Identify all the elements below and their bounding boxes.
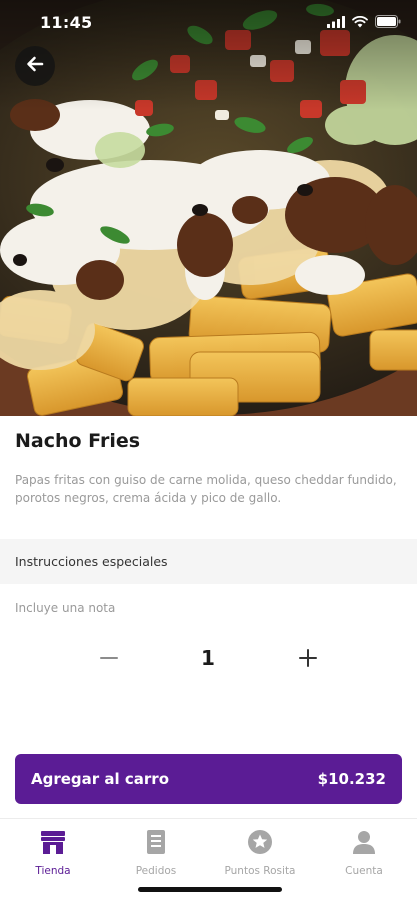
wifi-icon (352, 13, 368, 32)
product-description: Papas fritas con guiso de carne molida, … (15, 473, 397, 505)
note-input[interactable] (15, 597, 405, 619)
battery-icon (375, 13, 401, 32)
plus-icon (298, 648, 318, 672)
add-to-cart-button[interactable]: Agregar al carro $10.232 (15, 754, 402, 804)
special-instructions-header: Instrucciones especiales (0, 539, 417, 584)
tab-puntos-rosita[interactable]: Puntos Rosita (218, 829, 302, 877)
back-button[interactable] (15, 46, 55, 86)
tab-tienda-label: Tienda (35, 865, 71, 877)
receipt-icon (145, 829, 167, 859)
product-title: Nacho Fries (15, 430, 141, 452)
quantity-value: 1 (201, 646, 215, 670)
store-icon (39, 829, 67, 859)
user-icon (351, 829, 377, 859)
home-indicator (138, 887, 282, 892)
tab-pedidos[interactable]: Pedidos (114, 829, 198, 877)
tab-tienda[interactable]: Tienda (11, 829, 95, 877)
quantity-stepper: 1 (0, 640, 417, 680)
minus-icon (99, 648, 119, 672)
add-to-cart-price: $10.232 (317, 770, 386, 788)
star-badge-icon (247, 829, 273, 859)
tab-pedidos-label: Pedidos (135, 865, 177, 877)
decrease-quantity-button[interactable] (89, 640, 129, 680)
tab-cuenta[interactable]: Cuenta (322, 829, 406, 877)
status-time: 11:45 (40, 13, 93, 32)
product-photo (0, 0, 417, 416)
arrow-left-icon (25, 54, 45, 78)
tab-puntos-rosita-label: Puntos Rosita (224, 865, 296, 877)
increase-quantity-button[interactable] (288, 640, 328, 680)
add-to-cart-label: Agregar al carro (31, 770, 169, 788)
status-bar: 11:45 (0, 0, 417, 46)
special-instructions-heading: Instrucciones especiales (15, 554, 168, 569)
status-icons (327, 13, 401, 32)
tab-cuenta-label: Cuenta (345, 865, 383, 877)
signal-icon (327, 13, 345, 32)
